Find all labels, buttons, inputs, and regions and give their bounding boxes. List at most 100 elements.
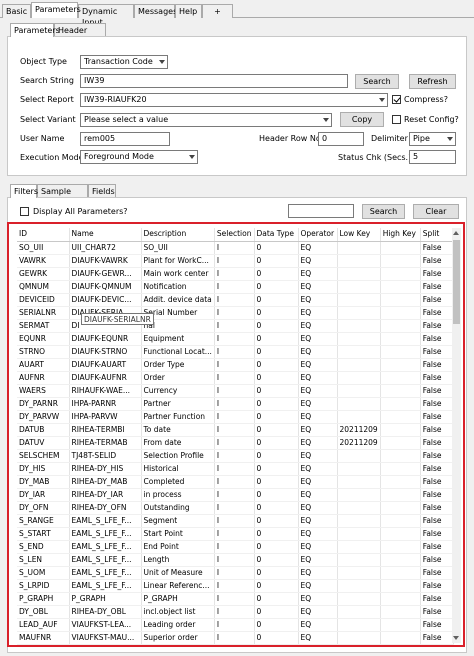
table-cell[interactable]: 0 <box>254 462 299 476</box>
table-cell[interactable]: I <box>214 423 255 437</box>
table-cell[interactable] <box>337 358 381 372</box>
table-cell[interactable] <box>380 410 421 424</box>
table-cell[interactable] <box>337 592 381 606</box>
table-cell[interactable]: EQ <box>298 345 338 359</box>
table-cell[interactable]: I <box>214 631 255 645</box>
table-cell[interactable] <box>380 618 421 632</box>
table-cell[interactable]: EQ <box>298 449 338 463</box>
table-row[interactable]: STRNO DIAUFK-STRNO Functional Locat... I 0 EQ… <box>17 345 454 359</box>
table-cell[interactable]: I <box>214 293 255 307</box>
table-cell[interactable] <box>380 371 421 385</box>
filter-search-button[interactable]: Search <box>362 204 405 219</box>
table-cell[interactable]: I <box>214 397 255 411</box>
tab-add[interactable]: + <box>202 4 233 18</box>
table-cell[interactable]: False <box>420 332 454 346</box>
table-cell[interactable]: 0 <box>254 631 299 645</box>
table-cell[interactable] <box>380 631 421 645</box>
table-cell[interactable]: False <box>420 462 454 476</box>
table-cell[interactable]: RIHEA-DY_MAB <box>69 475 142 489</box>
table-cell[interactable]: EQ <box>298 254 338 268</box>
table-cell[interactable]: S_END <box>17 540 70 554</box>
table-cell[interactable]: Completed <box>141 475 215 489</box>
column-header[interactable]: Data Type <box>254 228 299 242</box>
table-cell[interactable] <box>337 293 381 307</box>
tab-sample-data[interactable]: Sample Data <box>37 184 88 207</box>
table-cell[interactable]: Superior order <box>141 631 215 645</box>
table-cell[interactable]: 0 <box>254 293 299 307</box>
table-cell[interactable]: False <box>420 592 454 606</box>
table-cell[interactable]: DIAUFK-VAWRK <box>69 254 142 268</box>
table-cell[interactable]: DEVICEID <box>17 293 70 307</box>
user-name-input[interactable]: rem005 <box>80 132 170 146</box>
table-cell[interactable]: VIAUFKST-LEA... <box>69 618 142 632</box>
table-cell[interactable]: IHPA-PARNR <box>69 397 142 411</box>
table-cell[interactable]: EQ <box>298 306 338 320</box>
table-row[interactable]: DY_PARNR IHPA-PARNR Partner I 0 EQ False <box>17 397 454 411</box>
table-row[interactable]: DY_OFN RIHEA-DY_OFN Outstanding I 0 EQ False <box>17 501 454 515</box>
select-variant-select[interactable]: Please select a value <box>80 113 332 127</box>
table-cell[interactable] <box>380 527 421 541</box>
table-cell[interactable]: EAML_S_LFE_F... <box>69 566 142 580</box>
table-cell[interactable]: Currency <box>141 384 215 398</box>
table-cell[interactable]: AUFNR <box>17 371 70 385</box>
table-cell[interactable]: False <box>420 410 454 424</box>
table-cell[interactable]: 0 <box>254 254 299 268</box>
table-cell[interactable]: EQ <box>298 410 338 424</box>
table-cell[interactable]: EQ <box>298 241 338 255</box>
table-cell[interactable]: False <box>420 436 454 450</box>
table-cell[interactable]: False <box>420 501 454 515</box>
table-cell[interactable]: False <box>420 449 454 463</box>
table-cell[interactable]: I <box>214 384 255 398</box>
column-header[interactable]: Selection <box>214 228 255 242</box>
column-header[interactable]: Split <box>420 228 454 242</box>
table-cell[interactable]: I <box>214 501 255 515</box>
table-cell[interactable]: 0 <box>254 384 299 398</box>
table-cell[interactable] <box>337 254 381 268</box>
tab-parameters[interactable]: Parameters <box>31 2 81 18</box>
table-cell[interactable] <box>380 332 421 346</box>
table-cell[interactable]: EQ <box>298 319 338 333</box>
table-cell[interactable]: P_GRAPH <box>141 592 215 606</box>
tab-basic[interactable]: Basic <box>2 4 31 18</box>
table-cell[interactable]: Planning plant <box>141 644 215 645</box>
table-cell[interactable]: AUART <box>17 358 70 372</box>
table-row[interactable]: EQUNR DIAUFK-EQUNR Equipment I 0 EQ False <box>17 332 454 346</box>
table-cell[interactable] <box>380 319 421 333</box>
table-cell[interactable]: False <box>420 527 454 541</box>
table-cell[interactable]: False <box>420 566 454 580</box>
table-cell[interactable] <box>380 579 421 593</box>
table-cell[interactable]: IHPA-PARVW <box>69 410 142 424</box>
table-cell[interactable] <box>380 501 421 515</box>
table-cell[interactable]: EQ <box>298 501 338 515</box>
table-cell[interactable]: 0 <box>254 566 299 580</box>
table-cell[interactable]: DIAUFK-DEVIC... <box>69 293 142 307</box>
table-cell[interactable]: I <box>214 566 255 580</box>
table-cell[interactable]: From date <box>141 436 215 450</box>
table-cell[interactable]: QMNUM <box>17 280 70 294</box>
table-cell[interactable]: I <box>214 436 255 450</box>
table-cell[interactable]: 0 <box>254 618 299 632</box>
table-cell[interactable]: DIAUFK-GEWR... <box>69 267 142 281</box>
table-cell[interactable]: Linear Referenc... <box>141 579 215 593</box>
table-cell[interactable]: VAWRK <box>17 254 70 268</box>
table-cell[interactable]: S_START <box>17 527 70 541</box>
table-cell[interactable]: DIAUFK-QMNUM <box>69 280 142 294</box>
table-cell[interactable]: 0 <box>254 644 299 645</box>
table-cell[interactable]: DATUV <box>17 436 70 450</box>
table-cell[interactable] <box>380 605 421 619</box>
table-cell[interactable]: I <box>214 605 255 619</box>
table-cell[interactable]: False <box>420 397 454 411</box>
table-cell[interactable]: 0 <box>254 436 299 450</box>
table-cell[interactable]: Order Type <box>141 358 215 372</box>
table-cell[interactable]: Partner Function <box>141 410 215 424</box>
table-cell[interactable]: I <box>214 488 255 502</box>
table-cell[interactable] <box>380 345 421 359</box>
table-cell[interactable] <box>337 540 381 554</box>
tab-fields[interactable]: Fields <box>88 184 116 198</box>
table-cell[interactable]: EQ <box>298 514 338 528</box>
table-cell[interactable]: False <box>420 605 454 619</box>
table-cell[interactable]: False <box>420 618 454 632</box>
table-cell[interactable] <box>380 514 421 528</box>
table-cell[interactable]: RIHEA-TERMBI <box>69 423 142 437</box>
table-row[interactable]: AUFNR DIAUFK-AUFNR Order I 0 EQ False <box>17 371 454 385</box>
